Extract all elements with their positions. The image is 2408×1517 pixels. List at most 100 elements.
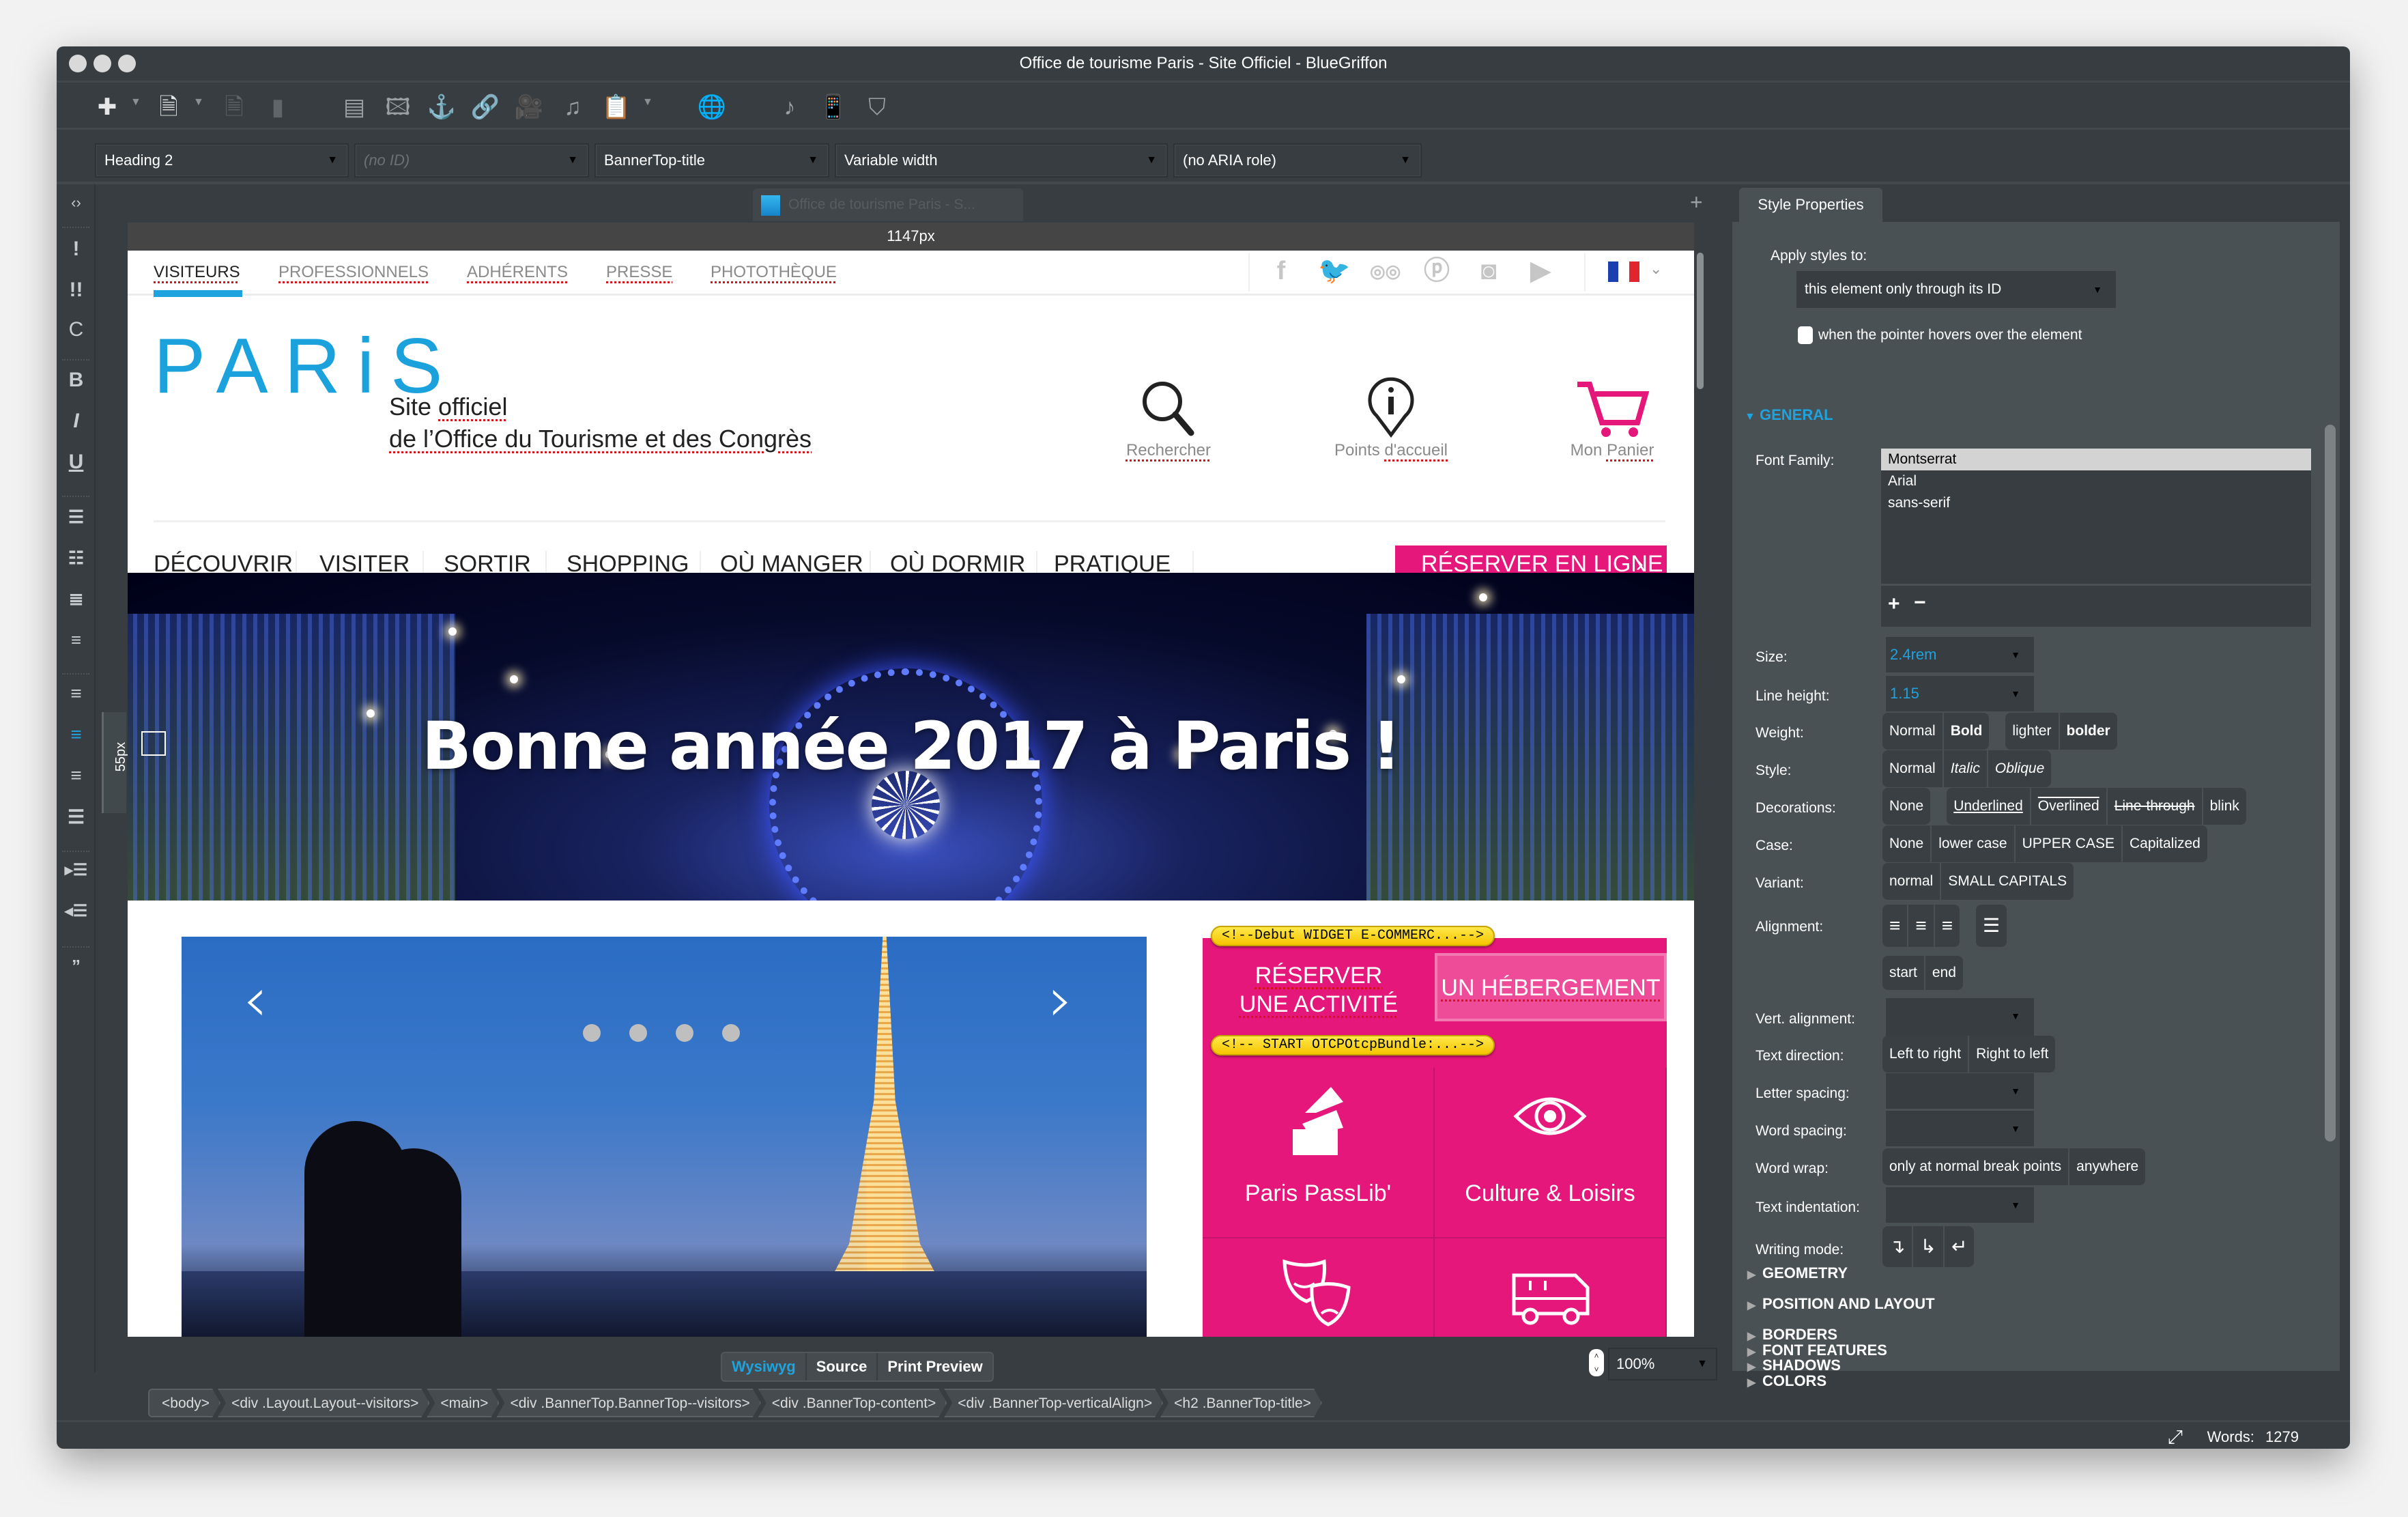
weight-bold-button[interactable]: Bold: [1944, 713, 1990, 750]
topnav-professionnels[interactable]: PROFESSIONNELS: [278, 263, 429, 282]
add-font-button[interactable]: +: [1888, 593, 1900, 616]
banner-title[interactable]: Bonne année 2017 à Paris !: [128, 708, 1694, 784]
letter-spacing-select[interactable]: ▼: [1886, 1073, 2034, 1109]
tripadvisor-icon[interactable]: ◎◎: [1370, 256, 1401, 286]
tile-transports[interactable]: Transports: [1435, 1238, 1667, 1337]
minimize-window-button[interactable]: [94, 55, 111, 72]
html-comment-marker[interactable]: <!--Debut WIDGET E-COMMERC...-->: [1211, 926, 1495, 946]
new-document-icon[interactable]: ✚: [92, 92, 122, 122]
breadcrumb-item[interactable]: <div .BannerTop-verticalAlign>: [944, 1389, 1163, 1417]
section-borders[interactable]: ▶ BORDERS: [1747, 1326, 1837, 1344]
tab-wysiwyg[interactable]: Wysiwyg: [722, 1353, 807, 1380]
align-left-icon[interactable]: ≡: [1882, 905, 1909, 947]
source-toggle-icon[interactable]: ‹›: [57, 194, 96, 212]
topnav-phototheque[interactable]: PHOTOTHÈQUE: [711, 263, 837, 282]
align-left-icon[interactable]: ≡: [57, 683, 96, 705]
weight-lighter-button[interactable]: lighter: [2005, 713, 2060, 750]
responsive-icon[interactable]: 📱: [818, 92, 848, 122]
zoom-stepper[interactable]: ˄ ˅: [1589, 1349, 1604, 1376]
video-icon[interactable]: 🎥: [514, 92, 544, 122]
align-right-icon[interactable]: ≡: [57, 765, 96, 786]
emphasis-icon[interactable]: !!: [57, 279, 96, 302]
hover-checkbox[interactable]: [1798, 326, 1813, 344]
section-shadows[interactable]: ▶ SHADOWS: [1747, 1357, 1841, 1374]
carousel-next-button[interactable]: ›: [1048, 964, 1073, 1036]
width-select[interactable]: Variable width ▼: [835, 143, 1168, 178]
table-icon[interactable]: ▤: [339, 92, 369, 122]
zoom-select[interactable]: 100% ▼: [1608, 1348, 1717, 1380]
tile-cabarets-spectacles[interactable]: Cabarets &Spectacles: [1203, 1238, 1435, 1337]
document-tab[interactable]: Office de tourisme Paris - S...: [753, 188, 1023, 221]
unordered-list-icon[interactable]: ☰: [57, 507, 96, 528]
decoration-overline-button[interactable]: Overlined: [2031, 788, 2108, 825]
apply-styles-select[interactable]: this element only through its ID ▼: [1796, 271, 2116, 308]
stop-icon[interactable]: ▮: [263, 92, 293, 122]
line-height-select[interactable]: 1.15 ▼: [1886, 676, 2034, 711]
weight-bolder-button[interactable]: bolder: [2060, 713, 2117, 750]
decoration-linethrough-button[interactable]: Line-through: [2108, 788, 2203, 825]
align-center-icon[interactable]: ≡: [57, 724, 96, 746]
audio-icon[interactable]: ♫: [558, 92, 588, 122]
decoration-underline-button[interactable]: Underlined: [1947, 788, 2031, 825]
france-flag-icon[interactable]: [1608, 261, 1639, 282]
close-window-button[interactable]: [69, 55, 87, 72]
font-family-list[interactable]: Montserrat Arial sans-serif: [1881, 449, 2311, 584]
justify-icon[interactable]: ☰: [57, 806, 96, 828]
css3-icon[interactable]: ⛉: [862, 92, 892, 122]
section-general[interactable]: ▼ GENERAL: [1745, 406, 1833, 424]
variant-smallcaps-button[interactable]: SMALL CAPITALS: [1941, 863, 2074, 900]
justify-icon[interactable]: ☰: [1976, 905, 2007, 947]
facebook-icon[interactable]: f: [1266, 256, 1296, 286]
tab-source[interactable]: Source: [807, 1353, 878, 1380]
editor-scrollbar-thumb[interactable]: [1697, 253, 1704, 389]
dropdown-arrow-icon[interactable]: ▼: [130, 96, 141, 109]
html-comment-marker[interactable]: <!-- START OTCPOtcpBundle:...-->: [1211, 1035, 1495, 1055]
link-icon[interactable]: 🔗: [470, 92, 500, 122]
topnav-visiteurs[interactable]: VISITEURS: [154, 263, 240, 282]
align-center-icon[interactable]: ≡: [1908, 905, 1935, 947]
tab-style-properties[interactable]: Style Properties: [1739, 188, 1882, 222]
instagram-icon[interactable]: ◙: [1474, 256, 1504, 286]
wrap-anywhere-button[interactable]: anywhere: [2069, 1148, 2145, 1185]
aria-role-select[interactable]: (no ARIA role) ▼: [1173, 143, 1422, 178]
case-none-button[interactable]: None: [1882, 825, 1932, 862]
paragraph-format-select[interactable]: Heading 2 ▼: [95, 143, 349, 178]
writing-horizontal-icon[interactable]: ↴: [1882, 1226, 1914, 1267]
italic-icon[interactable]: I: [57, 410, 96, 433]
carousel-prev-button[interactable]: ‹: [243, 964, 268, 1036]
breadcrumb-item[interactable]: <div .BannerTop.BannerTop--visitors>: [496, 1389, 760, 1417]
search-label[interactable]: Rechercher: [1080, 441, 1257, 460]
wrap-normal-button[interactable]: only at normal break points: [1882, 1148, 2070, 1185]
zoom-window-button[interactable]: [118, 55, 136, 72]
weight-normal-button[interactable]: Normal: [1882, 713, 1944, 750]
panel-scrollbar[interactable]: [2325, 425, 2336, 1142]
section-position-layout[interactable]: ▶ POSITION AND LAYOUT: [1747, 1295, 1935, 1313]
writing-vertical-rl-icon[interactable]: ↵: [1945, 1226, 1974, 1267]
tab-print-preview[interactable]: Print Preview: [878, 1353, 992, 1380]
publish-icon[interactable]: 🗎: [219, 92, 249, 122]
anchor-icon[interactable]: ⚓: [427, 92, 457, 122]
font-family-item[interactable]: sans-serif: [1881, 492, 2311, 514]
tile-paris-passlib[interactable]: Paris PassLib': [1203, 1068, 1435, 1238]
section-geometry[interactable]: ▶ GEOMETRY: [1747, 1264, 1848, 1282]
decoration-blink-button[interactable]: blink: [2203, 788, 2246, 825]
dropdown-arrow-icon[interactable]: ▼: [193, 96, 204, 109]
rtl-button[interactable]: Right to left: [1969, 1036, 2055, 1073]
wysiwyg-document[interactable]: VISITEURS PROFESSIONNELS ADHÉRENTS PRESS…: [128, 251, 1694, 1337]
align-right-icon[interactable]: ≡: [1935, 905, 1960, 947]
breadcrumb-item[interactable]: <h2 .BannerTop-title>: [1160, 1389, 1322, 1417]
case-upper-button[interactable]: UPPER CASE: [2016, 825, 2123, 862]
underline-icon[interactable]: U: [57, 451, 96, 474]
ordered-list-icon[interactable]: ☷: [57, 548, 96, 569]
youtube-icon[interactable]: ▶: [1525, 256, 1556, 286]
font-family-item[interactable]: Montserrat: [1881, 449, 2311, 470]
word-spacing-select[interactable]: ▼: [1886, 1111, 2034, 1146]
ltr-button[interactable]: Left to right: [1882, 1036, 1970, 1073]
font-family-item[interactable]: Arial: [1881, 470, 2311, 492]
indent-icon[interactable]: ▸☰: [57, 860, 96, 880]
image-icon[interactable]: 🖾: [383, 92, 413, 122]
element-id-select[interactable]: (no ID) ▼: [354, 143, 589, 178]
form-icon[interactable]: 📋: [601, 92, 631, 122]
editor-scrollbar[interactable]: [1695, 223, 1705, 1337]
section-colors[interactable]: ▶ COLORS: [1747, 1372, 1826, 1390]
